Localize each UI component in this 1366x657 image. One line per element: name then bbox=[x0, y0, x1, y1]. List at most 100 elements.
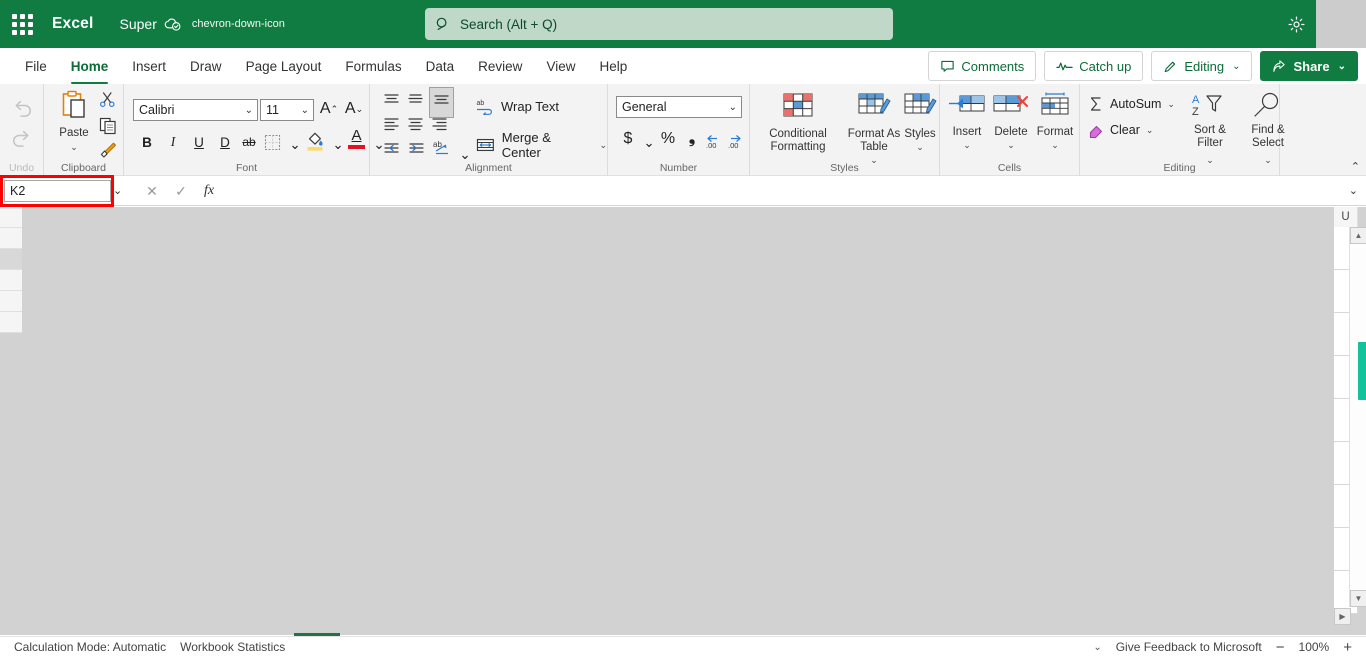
confirm-icon[interactable]: ✓ bbox=[172, 183, 190, 199]
orientation-button[interactable]: ab bbox=[432, 139, 452, 164]
decrease-indent-button[interactable] bbox=[382, 141, 401, 162]
align-top-button[interactable] bbox=[382, 91, 401, 114]
tab-data[interactable]: Data bbox=[415, 53, 466, 79]
row-header[interactable] bbox=[0, 207, 22, 228]
percent-format-button[interactable]: % bbox=[657, 128, 679, 150]
clear-button[interactable]: Clear ⌄ bbox=[1088, 122, 1153, 138]
font-size-select[interactable]: 11 ⌄ bbox=[260, 99, 314, 121]
format-cells-chevron-down-icon[interactable]: ⌄ bbox=[1034, 139, 1076, 152]
workbook-statistics-button[interactable]: Workbook Statistics bbox=[180, 640, 285, 654]
align-right-button[interactable] bbox=[430, 116, 449, 137]
zoom-out-button[interactable]: − bbox=[1276, 639, 1285, 656]
italic-button[interactable]: I bbox=[162, 131, 184, 153]
formula-input[interactable] bbox=[228, 180, 1340, 202]
cloud-saved-icon[interactable] bbox=[164, 15, 182, 33]
align-left-button[interactable] bbox=[382, 116, 401, 137]
tab-view[interactable]: View bbox=[535, 53, 586, 79]
copy-button[interactable] bbox=[99, 117, 117, 140]
autosum-button[interactable]: AutoSum ⌄ bbox=[1088, 96, 1175, 112]
insert-cells-chevron-down-icon[interactable]: ⌄ bbox=[946, 139, 988, 152]
tab-page-layout[interactable]: Page Layout bbox=[235, 53, 333, 79]
borders-chevron-down-icon[interactable]: ⌄ bbox=[284, 134, 306, 156]
grow-font-button[interactable]: A ⌃ bbox=[318, 98, 340, 120]
number-format-chevron-down-icon[interactable]: ⌄ bbox=[729, 102, 737, 113]
give-feedback-button[interactable]: Give Feedback to Microsoft bbox=[1116, 640, 1262, 654]
clear-chevron-down-icon[interactable]: ⌄ bbox=[1146, 125, 1154, 136]
shrink-font-button[interactable]: A ⌄ bbox=[343, 98, 365, 120]
number-format-select[interactable]: General ⌄ bbox=[616, 96, 742, 118]
zoom-level-label[interactable]: 100% bbox=[1299, 640, 1330, 654]
app-brand-label[interactable]: Excel bbox=[52, 15, 94, 33]
delete-cells-button[interactable]: Delete ⌄ bbox=[990, 92, 1032, 152]
row-header[interactable] bbox=[0, 249, 22, 270]
paste-chevron-down-icon[interactable]: ⌄ bbox=[54, 141, 94, 154]
document-title[interactable]: Super bbox=[120, 16, 157, 32]
row-header[interactable] bbox=[0, 228, 22, 249]
find-select-button[interactable]: Find & Select ⌄ bbox=[1242, 92, 1294, 168]
cut-button[interactable] bbox=[99, 91, 116, 113]
font-size-chevron-down-icon[interactable]: ⌄ bbox=[301, 105, 309, 116]
status-options-chevron-down-icon[interactable]: ⌄ bbox=[1093, 642, 1101, 653]
document-name-area[interactable]: Super chevron-down-icon bbox=[120, 15, 285, 33]
vertical-scrollbar-thumb[interactable] bbox=[1358, 342, 1366, 400]
vertical-scrollbar[interactable]: ▲ ▼ bbox=[1349, 227, 1366, 607]
scroll-right-icon[interactable]: ▶ bbox=[1334, 608, 1351, 625]
row-header[interactable] bbox=[0, 291, 22, 312]
increase-indent-button[interactable] bbox=[407, 141, 426, 162]
insert-cells-button[interactable]: Insert ⌄ bbox=[946, 92, 988, 152]
merge-center-button[interactable]: Merge & Center ⌄ bbox=[476, 130, 607, 160]
increase-decimal-button[interactable]: .00 bbox=[703, 130, 723, 155]
calculation-mode-status[interactable]: Calculation Mode: Automatic bbox=[14, 640, 166, 654]
format-as-table-button[interactable]: Format As Table ⌄ bbox=[844, 92, 904, 167]
tab-formulas[interactable]: Formulas bbox=[334, 53, 412, 79]
underline-button[interactable]: U bbox=[188, 131, 210, 153]
format-cells-button[interactable]: Format ⌄ bbox=[1034, 92, 1076, 152]
name-box-chevron-down-icon[interactable]: ⌄ bbox=[113, 184, 122, 197]
document-menu-chevron-down-icon[interactable]: chevron-down-icon bbox=[192, 18, 285, 30]
tab-help[interactable]: Help bbox=[588, 53, 638, 79]
align-bottom-button[interactable] bbox=[429, 87, 454, 118]
font-family-select[interactable]: Calibri ⌄ bbox=[133, 99, 258, 121]
app-launcher-icon[interactable] bbox=[0, 0, 44, 48]
grid-canvas[interactable] bbox=[22, 207, 1322, 604]
delete-cells-chevron-down-icon[interactable]: ⌄ bbox=[990, 139, 1032, 152]
cell-styles-chevron-down-icon[interactable]: ⌄ bbox=[902, 141, 938, 154]
collapse-ribbon-chevron-up-icon[interactable]: ⌃ bbox=[1351, 160, 1360, 173]
insert-function-icon[interactable]: fx bbox=[200, 183, 218, 199]
wrap-text-button[interactable]: ab Wrap Text bbox=[476, 98, 559, 115]
align-center-button[interactable] bbox=[406, 116, 425, 137]
decrease-decimal-button[interactable]: .00 bbox=[725, 130, 745, 155]
font-family-chevron-down-icon[interactable]: ⌄ bbox=[245, 105, 253, 116]
tab-file[interactable]: File bbox=[14, 53, 58, 79]
tab-draw[interactable]: Draw bbox=[179, 53, 233, 79]
borders-button[interactable] bbox=[264, 134, 281, 156]
scroll-down-icon[interactable]: ▼ bbox=[1350, 590, 1366, 607]
bold-button[interactable]: B bbox=[136, 131, 158, 153]
paste-button[interactable]: Paste ⌄ bbox=[54, 90, 94, 154]
tab-review[interactable]: Review bbox=[467, 53, 533, 79]
zoom-in-button[interactable]: + bbox=[1343, 639, 1352, 656]
redo-button[interactable] bbox=[9, 126, 35, 157]
expand-formula-bar-chevron-down-icon[interactable]: ⌄ bbox=[1349, 184, 1358, 197]
merge-center-chevron-down-icon[interactable]: ⌄ bbox=[599, 140, 607, 151]
undo-button[interactable] bbox=[9, 96, 35, 127]
currency-format-button[interactable]: $ bbox=[617, 128, 639, 150]
share-button[interactable]: Share ⌄ bbox=[1260, 51, 1358, 81]
sheet-tab-strip[interactable] bbox=[0, 625, 1366, 635]
sort-filter-button[interactable]: A Z Sort & Filter ⌄ bbox=[1184, 92, 1236, 168]
row-header[interactable] bbox=[0, 312, 22, 333]
row-header[interactable] bbox=[0, 270, 22, 291]
fill-color-chevron-down-icon[interactable]: ⌄ bbox=[327, 134, 349, 156]
editing-mode-button[interactable]: Editing ⌄ bbox=[1151, 51, 1253, 81]
comments-button[interactable]: Comments bbox=[928, 51, 1037, 81]
double-underline-button[interactable]: D bbox=[214, 131, 236, 153]
catch-up-button[interactable]: Catch up bbox=[1044, 51, 1144, 81]
name-box[interactable]: K2 bbox=[4, 180, 111, 202]
conditional-formatting-button[interactable]: Conditional Formatting bbox=[756, 92, 840, 154]
tab-home[interactable]: Home bbox=[60, 53, 120, 84]
cell-styles-button[interactable]: Styles ⌄ bbox=[902, 92, 938, 154]
format-painter-button[interactable] bbox=[99, 141, 117, 164]
scroll-up-icon[interactable]: ▲ bbox=[1350, 227, 1366, 244]
autosum-chevron-down-icon[interactable]: ⌄ bbox=[1167, 99, 1175, 110]
gear-icon[interactable] bbox=[1284, 12, 1308, 36]
